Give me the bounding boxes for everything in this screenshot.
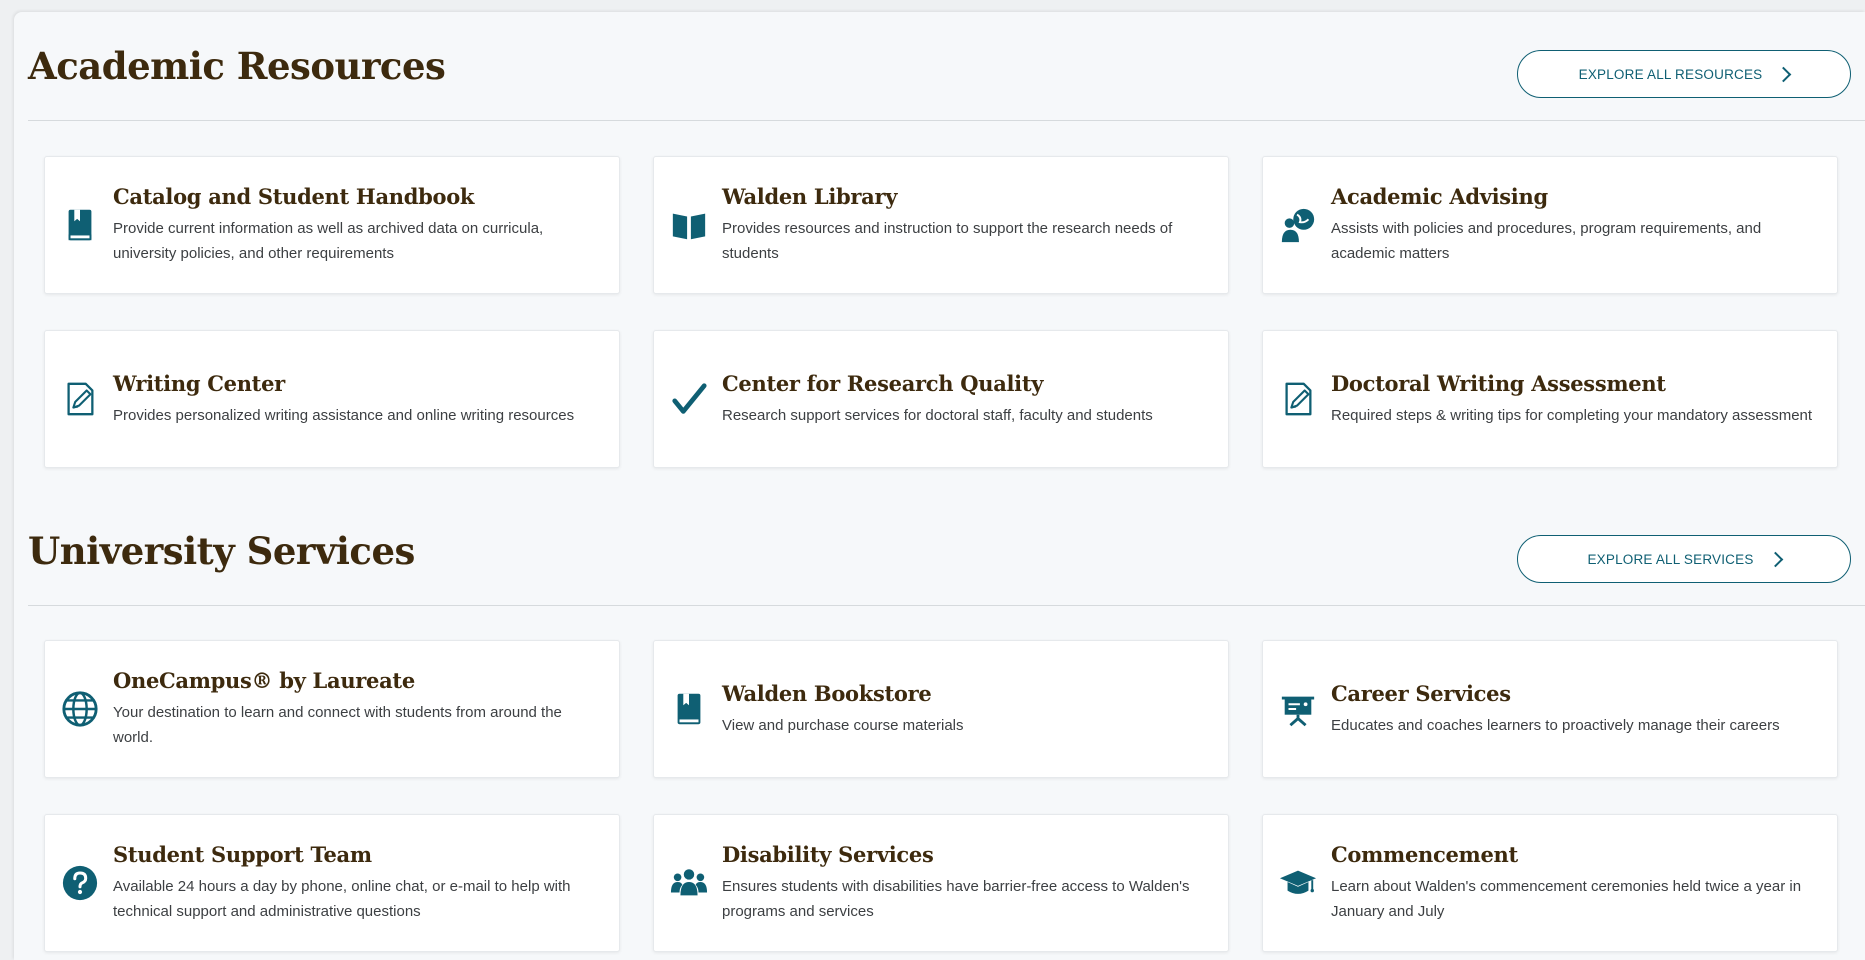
card-title: OneCampus® by Laureate bbox=[113, 668, 415, 693]
service-card-disability[interactable]: Disability Services Ensures students wit… bbox=[653, 814, 1229, 952]
divider bbox=[28, 120, 1865, 121]
card-description: Research support services for doctoral s… bbox=[722, 406, 1153, 424]
section-header: Academic Resources EXPLORE ALL RESOURCES bbox=[28, 24, 1865, 120]
card-title: Commencement bbox=[1331, 842, 1518, 867]
service-card-onecampus[interactable]: OneCampus® by Laureate Your destination … bbox=[44, 640, 620, 778]
service-card-career[interactable]: Career Services Educates and coaches lea… bbox=[1262, 640, 1838, 778]
handbook-icon bbox=[59, 204, 101, 246]
card-description: Required steps & writing tips for comple… bbox=[1331, 406, 1813, 424]
resource-card-library[interactable]: Walden Library Provides resources and in… bbox=[653, 156, 1229, 294]
resource-card-writing-center[interactable]: Writing Center Provides personalized wri… bbox=[44, 330, 620, 468]
card-description: View and purchase course materials bbox=[722, 716, 964, 734]
card-grid: Catalog and Student Handbook Provide cur… bbox=[44, 156, 1838, 468]
explore-all-services-button[interactable]: EXPLORE ALL SERVICES bbox=[1517, 535, 1851, 583]
section-title: University Services bbox=[28, 529, 415, 573]
presentation-icon bbox=[1277, 688, 1319, 730]
graduation-cap-icon bbox=[1277, 862, 1319, 904]
globe-icon bbox=[59, 688, 101, 730]
card-description: Provide current information as well as a… bbox=[113, 220, 544, 262]
edit-document-icon bbox=[1277, 378, 1319, 420]
explore-label: EXPLORE ALL RESOURCES bbox=[1578, 66, 1763, 82]
service-card-commencement[interactable]: Commencement Learn about Walden's commen… bbox=[1262, 814, 1838, 952]
explore-label: EXPLORE ALL SERVICES bbox=[1587, 551, 1754, 567]
service-card-support-team[interactable]: Student Support Team Available 24 hours … bbox=[44, 814, 620, 952]
card-description: Provides resources and instruction to su… bbox=[722, 220, 1173, 262]
service-card-bookstore[interactable]: Walden Bookstore View and purchase cours… bbox=[653, 640, 1229, 778]
card-description: Your destination to learn and connect wi… bbox=[113, 704, 562, 746]
card-title: Walden Library bbox=[722, 184, 898, 209]
checkmark-icon bbox=[668, 378, 710, 420]
card-description: Ensures students with disabilities have … bbox=[722, 878, 1190, 920]
academic-resources-section: Academic Resources EXPLORE ALL RESOURCES… bbox=[28, 24, 1865, 468]
card-title: Center for Research Quality bbox=[722, 370, 1044, 396]
book-icon bbox=[668, 688, 710, 730]
divider bbox=[28, 605, 1865, 606]
chevron-right-icon bbox=[1776, 66, 1792, 82]
card-title: Walden Bookstore bbox=[722, 680, 932, 706]
university-services-section: University Services EXPLORE ALL SERVICES… bbox=[28, 509, 1865, 952]
users-icon bbox=[668, 862, 710, 904]
card-title: Academic Advising bbox=[1331, 184, 1548, 209]
card-title: Student Support Team bbox=[113, 842, 372, 867]
resource-card-research-quality[interactable]: Center for Research Quality Research sup… bbox=[653, 330, 1229, 468]
open-book-icon bbox=[668, 204, 710, 246]
resource-card-catalog[interactable]: Catalog and Student Handbook Provide cur… bbox=[44, 156, 620, 294]
card-description: Available 24 hours a day by phone, onlin… bbox=[113, 878, 571, 920]
resource-card-advising[interactable]: Academic Advising Assists with policies … bbox=[1262, 156, 1838, 294]
card-title: Career Services bbox=[1331, 680, 1511, 706]
explore-all-resources-button[interactable]: EXPLORE ALL RESOURCES bbox=[1517, 50, 1851, 98]
edit-document-icon bbox=[59, 378, 101, 420]
card-title: Doctoral Writing Assessment bbox=[1331, 370, 1666, 396]
page: Academic Resources EXPLORE ALL RESOURCES… bbox=[14, 12, 1865, 960]
card-description: Assists with policies and procedures, pr… bbox=[1331, 220, 1762, 262]
card-title: Disability Services bbox=[722, 842, 934, 867]
card-title: Writing Center bbox=[113, 370, 285, 396]
card-description: Educates and coaches learners to proacti… bbox=[1331, 716, 1780, 734]
advising-icon bbox=[1277, 204, 1319, 246]
card-description: Learn about Walden's commencement ceremo… bbox=[1331, 878, 1802, 920]
section-title: Academic Resources bbox=[28, 44, 446, 88]
card-title: Catalog and Student Handbook bbox=[113, 184, 475, 209]
card-description: Provides personalized writing assistance… bbox=[113, 406, 575, 424]
section-header: University Services EXPLORE ALL SERVICES bbox=[28, 509, 1865, 605]
resource-card-doctoral-writing[interactable]: Doctoral Writing Assessment Required ste… bbox=[1262, 330, 1838, 468]
question-icon bbox=[59, 862, 101, 904]
card-grid: OneCampus® by Laureate Your destination … bbox=[44, 640, 1838, 952]
chevron-right-icon bbox=[1767, 551, 1783, 567]
